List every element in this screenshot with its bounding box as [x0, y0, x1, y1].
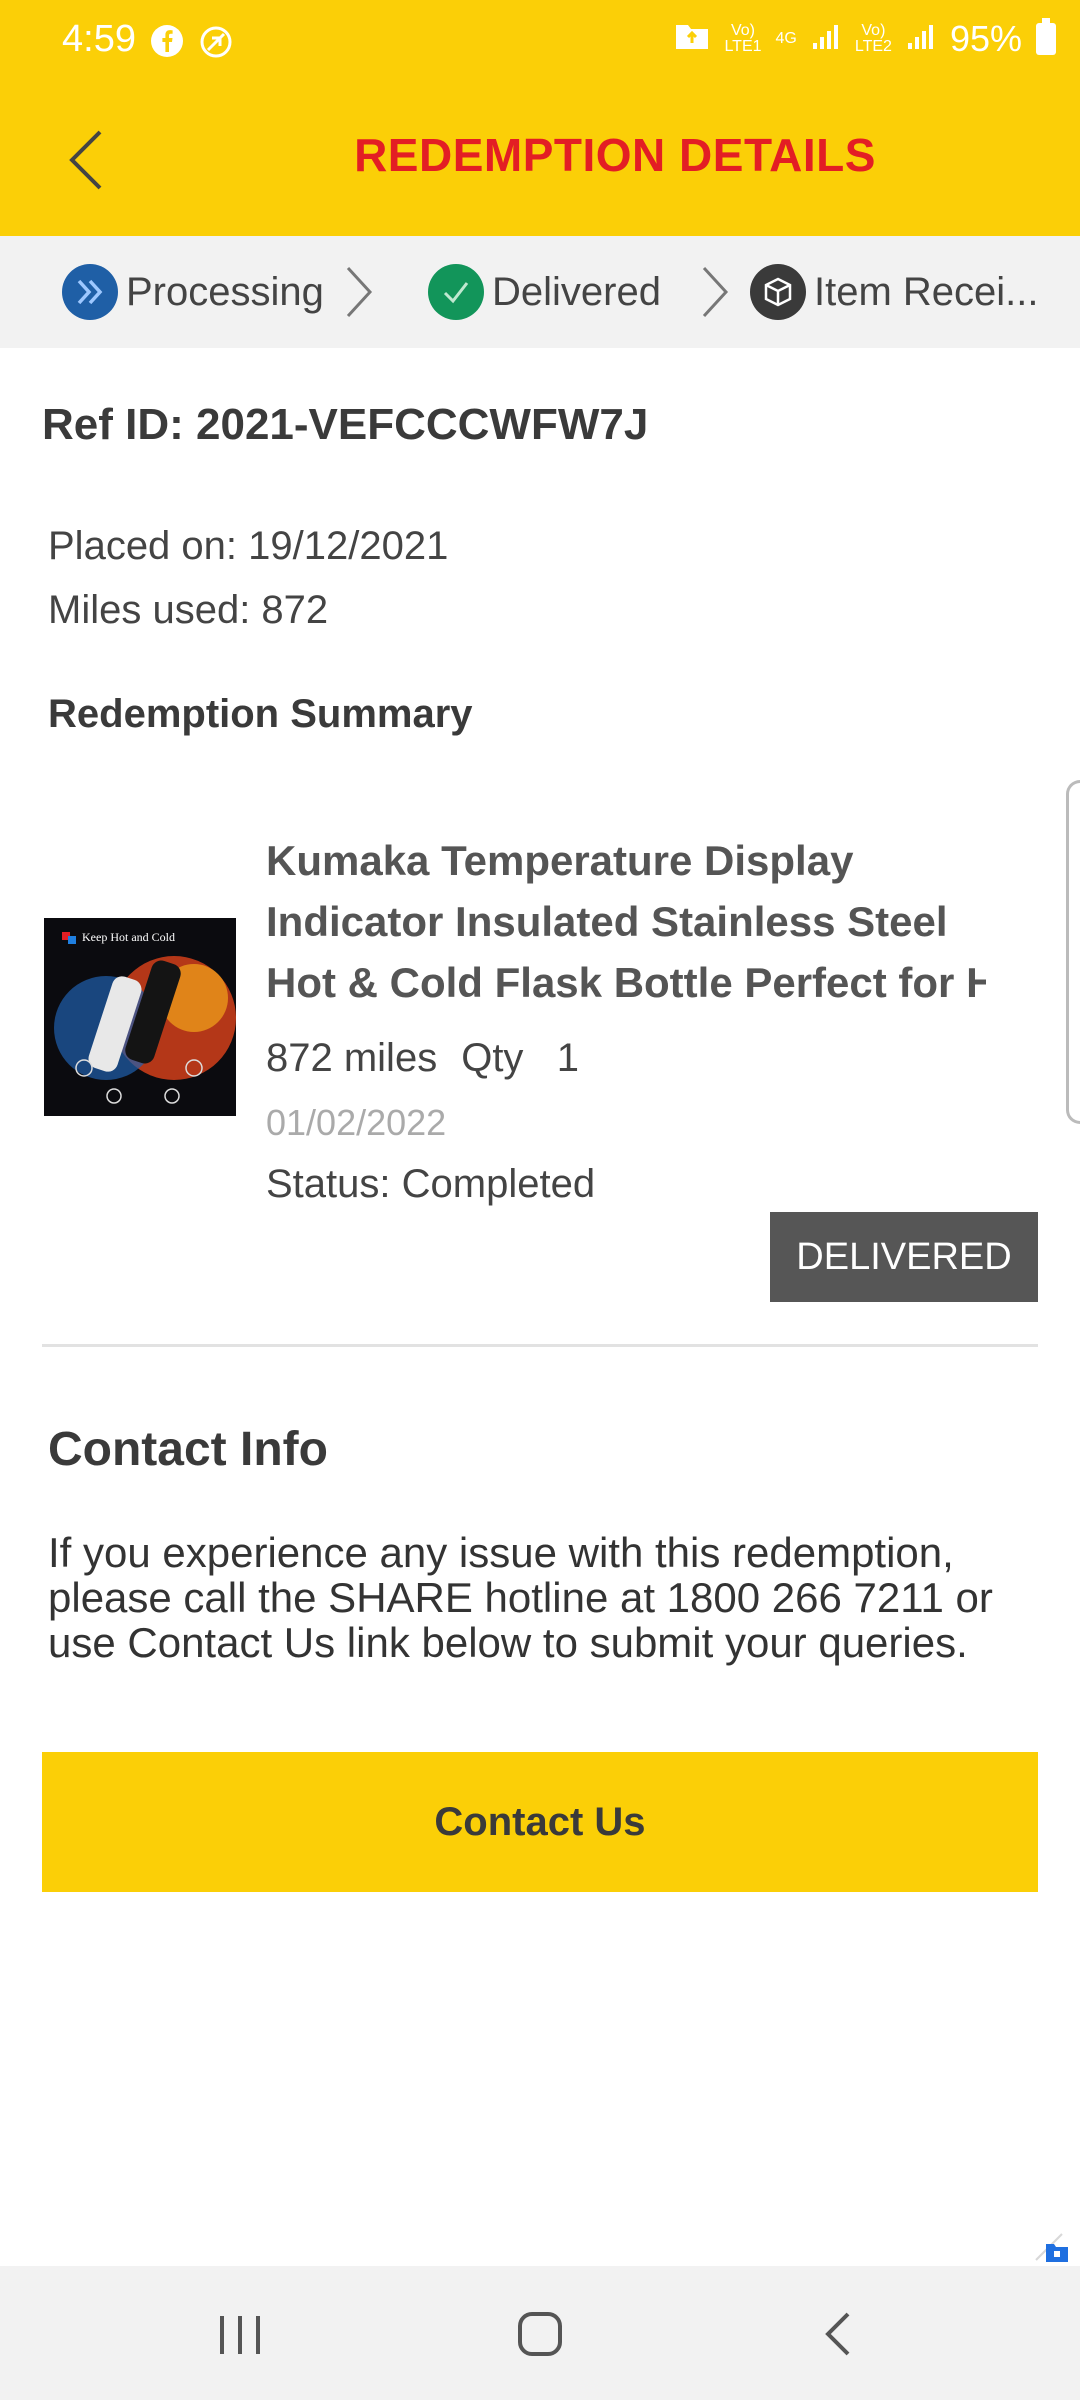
chevron-right-icon [698, 262, 732, 327]
step-processing-label: Processing [126, 269, 324, 314]
chevron-right-icon [342, 262, 376, 327]
secure-folder-icon [1032, 2230, 1072, 2271]
back-nav-icon[interactable] [810, 2306, 870, 2367]
contact-info-text: If you experience any issue with this re… [48, 1529, 993, 1666]
signal-1-icon [811, 18, 841, 60]
item-miles-qty: 872 miles Qty 1 [266, 1036, 579, 1081]
ref-id: Ref ID: 2021-VEFCCCWFW7J [42, 400, 649, 449]
product-name-line: Kumaka Temperature Display [266, 837, 854, 884]
product-image[interactable]: Keep Hot and Cold [44, 918, 236, 1116]
system-nav-bar [0, 2266, 1080, 2400]
app-header: REDEMPTION DETAILS [0, 84, 1080, 236]
item-qty: Qty 1 [461, 1036, 580, 1080]
divider [42, 1344, 1038, 1347]
redemption-summary-title: Redemption Summary [48, 692, 473, 736]
home-icon[interactable] [510, 2306, 570, 2367]
recent-apps-icon[interactable] [210, 2306, 270, 2367]
network-2-label: Vo) [861, 22, 886, 39]
no-sim-sync-icon [198, 24, 234, 65]
status-indicators: Vo) LTE1 4G Vo) LTE2 95% [674, 18, 1056, 60]
battery-percent: 95% [949, 18, 1022, 59]
check-icon [428, 264, 484, 320]
network-1-sub: LTE1 [724, 38, 762, 55]
miles-used: Miles used: 872 [48, 588, 329, 632]
facebook-icon [150, 24, 184, 63]
product-image-caption: Keep Hot and Cold [82, 930, 175, 944]
box-icon [750, 264, 806, 320]
edge-panel-handle[interactable] [1066, 780, 1080, 1124]
contact-us-button[interactable]: Contact Us [42, 1752, 1038, 1892]
network-2: Vo) LTE2 [855, 23, 892, 55]
status-bar: 4:59 Vo) LTE1 4G Vo) LTE2 95% [0, 0, 1080, 84]
contact-info-title: Contact Info [48, 1423, 328, 1476]
network-2-sub: LTE2 [854, 38, 892, 55]
item-miles: 872 miles [266, 1036, 438, 1080]
battery-icon [1036, 18, 1056, 55]
network-1: Vo) LTE1 [724, 23, 761, 55]
product-name-line: Indicator Insulated Stainless Steel [266, 898, 948, 945]
notification-folder-icon [674, 18, 710, 60]
delivered-badge: DELIVERED [770, 1212, 1038, 1302]
status-time: 4:59 [62, 18, 136, 60]
step-delivered: Delivered [428, 264, 661, 320]
double-chevron-icon [62, 264, 118, 320]
network-type: 4G [775, 30, 797, 47]
step-item-received-label: Item Recei... [814, 269, 1039, 314]
step-item-received: Item Recei... [750, 264, 1039, 320]
step-delivered-label: Delivered [492, 269, 661, 314]
page-title: REDEMPTION DETAILS [354, 129, 876, 181]
network-1-label: Vo) [730, 22, 755, 39]
signal-2-icon [906, 18, 936, 60]
step-processing: Processing [62, 264, 324, 320]
item-date: 01/02/2022 [266, 1102, 447, 1143]
item-status: Status: Completed [266, 1162, 596, 1206]
placed-on: Placed on: 19/12/2021 [48, 524, 449, 568]
product-name-line: Hot & Cold Flask Bottle Perfect for H [266, 959, 986, 1006]
product-name[interactable]: Kumaka Temperature Display Indicator Ins… [266, 830, 986, 1013]
